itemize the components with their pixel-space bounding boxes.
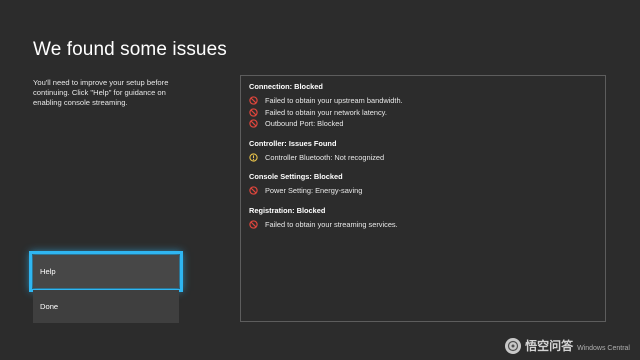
list-item: Failed to obtain your network latency. [249,107,597,119]
issue-text: Failed to obtain your streaming services… [265,219,398,229]
watermark-sub: Windows Central [577,345,630,352]
issue-text: Controller Bluetooth: Not recognized [265,152,385,162]
console-settings-title: Console Settings: Blocked [249,172,343,181]
list-item: Controller Bluetooth: Not recognized [249,152,597,164]
blocked-icon [249,119,258,128]
list-item: Power Setting: Energy-saving [249,185,597,197]
watermark: 悟空问答 Windows Central [505,337,630,354]
help-button[interactable]: Help [29,251,183,292]
issue-text: Failed to obtain your network latency. [265,107,387,117]
page-title: We found some issues [33,39,227,60]
connection-title: Connection: Blocked [249,82,323,91]
watermark-logo-icon [505,337,522,354]
blocked-icon [249,186,258,195]
action-menu: Help Done [29,251,183,325]
controller-title: Controller: Issues Found [249,138,337,148]
registration-title: Registration: Blocked [249,205,326,215]
connection-group: Connection: Blocked Failed to obtain you… [249,82,597,130]
blocked-icon [249,220,258,229]
watermark-text: 悟空问答 [525,339,574,353]
controller-group: Controller: Issues Found Controller Blue… [249,139,597,164]
blocked-icon [249,108,258,117]
console-settings-group: Console Settings: Blocked Power Setting:… [249,172,597,197]
list-item: Failed to obtain your streaming services… [249,219,597,231]
issue-text: Failed to obtain your upstream bandwidth… [265,96,403,106]
issues-panel: Connection: Blocked Failed to obtain you… [240,75,606,322]
registration-group: Registration: Blocked Failed to obtain y… [249,206,597,231]
help-button-label: Help [40,267,56,276]
issue-text: Outbound Port: Blocked [265,119,344,129]
blocked-icon [249,96,258,105]
issue-text: Power Setting: Energy-saving [265,186,363,196]
done-button-label: Done [40,302,59,311]
network-issues-screen: We found some issues You'll need to impr… [0,0,640,360]
warning-icon [249,153,258,162]
list-item: Failed to obtain your upstream bandwidth… [249,95,597,107]
list-item: Outbound Port: Blocked [249,118,597,130]
page-description: You'll need to improve your setup before… [33,78,169,107]
done-button[interactable]: Done [33,290,179,323]
